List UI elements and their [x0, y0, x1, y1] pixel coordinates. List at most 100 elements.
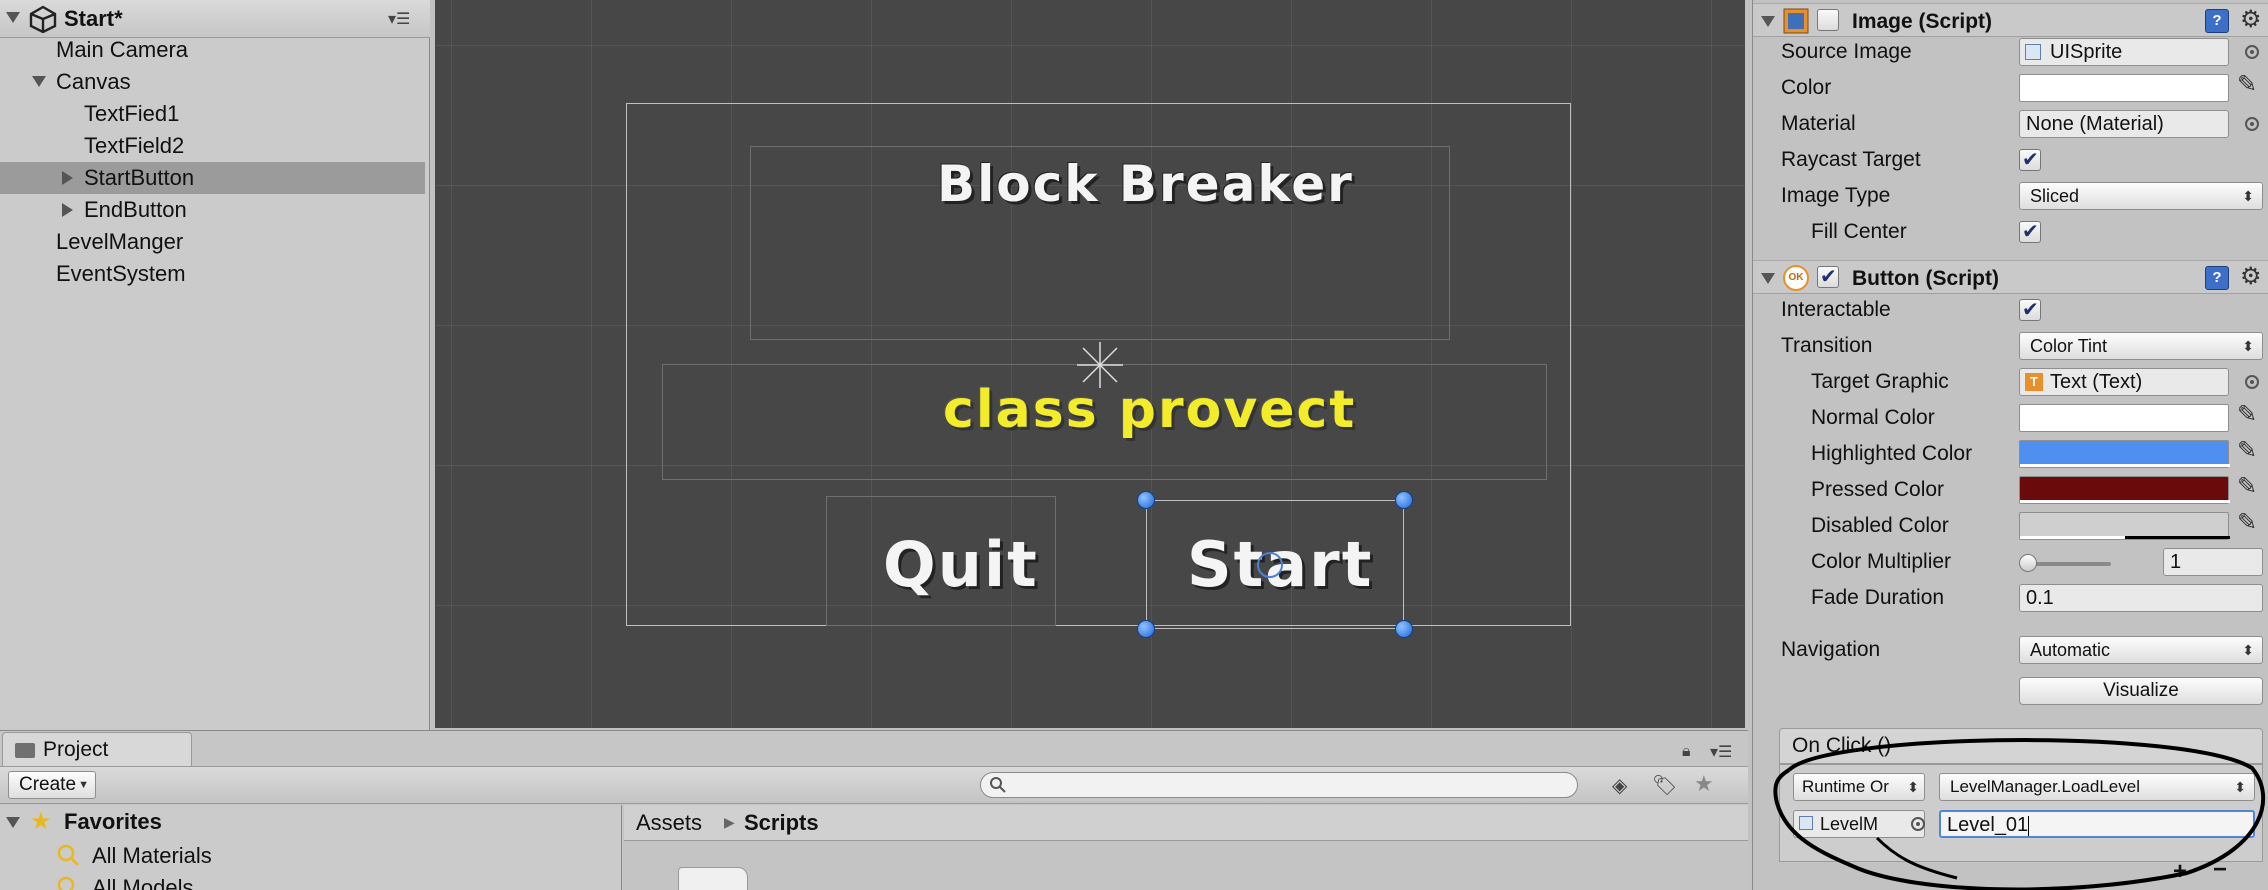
- material-value: None (Material): [2026, 113, 2164, 135]
- image-type-label: Image Type: [1781, 184, 1891, 207]
- image-type-dropdown[interactable]: Sliced ⬍: [2019, 182, 2263, 210]
- hierarchy-item-label: StartButton: [84, 165, 195, 190]
- collapsed-arrow-icon[interactable]: [62, 171, 73, 185]
- folder-icon: [15, 743, 35, 758]
- target-graphic-field[interactable]: T Text (Text): [2019, 368, 2229, 396]
- resize-handle-bottom-right[interactable]: [1395, 620, 1413, 638]
- hierarchy-item-main-camera[interactable]: Main Camera: [0, 34, 425, 66]
- hierarchy-menu-icon[interactable]: ▾☰: [388, 9, 410, 29]
- expanded-arrow-icon[interactable]: [6, 817, 20, 828]
- material-label: Material: [1781, 112, 1856, 135]
- eyedropper-icon[interactable]: ✎: [2237, 70, 2257, 98]
- source-image-field[interactable]: UISprite: [2019, 38, 2229, 66]
- resize-handle-top-right[interactable]: [1395, 491, 1413, 509]
- hierarchy-item-label: Canvas: [56, 69, 131, 94]
- image-component-title: Image (Script): [1852, 10, 1993, 33]
- assets-pane: Assets ▶ Scripts: [624, 805, 1748, 890]
- panel-menu-icon[interactable]: ▾☰: [1710, 742, 1732, 762]
- fade-duration-label: Fade Duration: [1811, 586, 1945, 609]
- hierarchy-item-canvas[interactable]: Canvas: [0, 66, 425, 98]
- fade-duration-field[interactable]: 0.1: [2019, 584, 2263, 612]
- disabled-color-swatch[interactable]: [2019, 512, 2230, 540]
- hierarchy-item-startbutton[interactable]: StartButton: [0, 162, 425, 194]
- visualize-button[interactable]: Visualize: [2019, 677, 2263, 705]
- resize-handle-bottom-left[interactable]: [1137, 620, 1155, 638]
- image-enabled-checkbox[interactable]: [1817, 9, 1839, 31]
- project-panel: Project 🔒︎ ▾☰ Create ▼ ◈ 🏷︎ ★ ★ Favorite…: [0, 730, 1748, 890]
- pressed-color-swatch[interactable]: [2019, 476, 2230, 504]
- sprite-icon: [2025, 44, 2041, 60]
- object-picker-icon[interactable]: [2245, 117, 2259, 131]
- script-file-icon[interactable]: [678, 867, 748, 890]
- favorites-item-all-materials[interactable]: All Materials: [56, 841, 556, 871]
- tab-project[interactable]: Project: [2, 732, 192, 766]
- button-component-title: Button (Script): [1852, 267, 1999, 290]
- object-picker-icon[interactable]: [2245, 45, 2259, 59]
- eyedropper-icon[interactable]: ✎: [2237, 508, 2257, 536]
- search-icon: [57, 844, 79, 866]
- expanded-arrow-icon[interactable]: [32, 76, 46, 87]
- breadcrumb-assets[interactable]: Assets: [636, 810, 702, 836]
- create-dropdown[interactable]: Create ▼: [8, 771, 96, 799]
- highlighted-color-label: Highlighted Color: [1811, 442, 1973, 465]
- gear-icon[interactable]: ⚙: [2240, 262, 2262, 290]
- image-component-header[interactable]: Image (Script) ? ⚙: [1753, 3, 2268, 37]
- interactable-checkbox[interactable]: [2019, 297, 2041, 321]
- favorite-star-icon[interactable]: ★: [1694, 771, 1714, 797]
- lock-icon[interactable]: 🔒︎: [1682, 743, 1691, 761]
- search-input[interactable]: [980, 772, 1578, 798]
- normal-color-swatch[interactable]: [2019, 404, 2229, 432]
- hierarchy-item-label: EndButton: [84, 197, 187, 222]
- hierarchy-item-textfied1[interactable]: TextFied1: [0, 98, 425, 130]
- hierarchy-item-endbutton[interactable]: EndButton: [0, 194, 425, 226]
- raycast-target-checkbox[interactable]: [2019, 147, 2041, 171]
- collapse-icon[interactable]: [1761, 16, 1775, 27]
- help-icon[interactable]: ?: [2205, 266, 2229, 290]
- hierarchy-item-textfield2[interactable]: TextField2: [0, 130, 425, 162]
- material-field[interactable]: None (Material): [2019, 110, 2229, 138]
- breadcrumb: Assets ▶ Scripts: [624, 805, 1748, 841]
- text-component-icon: T: [2025, 373, 2043, 391]
- eyedropper-icon[interactable]: ✎: [2237, 436, 2257, 464]
- navigation-dropdown[interactable]: Automatic ⬍: [2019, 636, 2263, 664]
- hierarchy-item-label: LevelManger: [56, 229, 184, 254]
- button-component-header[interactable]: OK Button (Script) ? ⚙: [1753, 260, 2268, 294]
- search-icon: [57, 876, 75, 890]
- transition-label: Transition: [1781, 334, 1873, 357]
- favorites-item-label: All Models: [92, 875, 194, 890]
- highlighted-color-swatch[interactable]: [2019, 440, 2230, 468]
- color-multiplier-slider-thumb[interactable]: [2019, 554, 2037, 572]
- hierarchy-item-eventsystem[interactable]: EventSystem: [0, 258, 425, 290]
- object-picker-icon[interactable]: [2245, 375, 2259, 389]
- hierarchy-item-levelmanger[interactable]: LevelManger: [0, 226, 425, 258]
- normal-color-label: Normal Color: [1811, 406, 1935, 429]
- inspector-panel: Image (Script) ? ⚙ Source Image UISprite…: [1752, 0, 2268, 890]
- transition-value: Color Tint: [2030, 336, 2108, 356]
- color-swatch[interactable]: [2019, 74, 2229, 102]
- collapsed-arrow-icon[interactable]: [62, 203, 73, 217]
- scene-view[interactable]: Block Breaker class provect Quit Start: [435, 0, 1745, 728]
- dropdown-arrow-icon: ▼: [78, 779, 89, 791]
- favorites-item-all-models[interactable]: All Models: [56, 873, 556, 890]
- gear-icon[interactable]: ⚙: [2240, 5, 2262, 33]
- breadcrumb-scripts[interactable]: Scripts: [744, 810, 819, 836]
- collapse-icon[interactable]: [6, 12, 20, 23]
- target-graphic-label: Target Graphic: [1811, 370, 1949, 393]
- scene-title: Start*: [64, 6, 123, 31]
- filter-by-label-icon[interactable]: 🏷︎: [1652, 773, 1677, 798]
- collapse-icon[interactable]: [1761, 273, 1775, 284]
- eyedropper-icon[interactable]: ✎: [2237, 400, 2257, 428]
- button-enabled-checkbox[interactable]: [1817, 264, 1839, 288]
- filter-by-type-icon[interactable]: ◈: [1612, 773, 1627, 798]
- fill-center-checkbox[interactable]: [2019, 219, 2041, 243]
- resize-handle-top-left[interactable]: [1137, 491, 1155, 509]
- pivot-circle-icon[interactable]: [1253, 548, 1287, 582]
- color-multiplier-label: Color Multiplier: [1811, 550, 1952, 573]
- quit-button-text: Quit: [883, 528, 1039, 601]
- raycast-target-label: Raycast Target: [1781, 148, 1921, 171]
- eyedropper-icon[interactable]: ✎: [2237, 472, 2257, 500]
- transition-dropdown[interactable]: Color Tint ⬍: [2019, 332, 2263, 360]
- dropdown-arrow-icon: ⬍: [2242, 338, 2254, 354]
- color-multiplier-field[interactable]: 1: [2163, 548, 2263, 576]
- help-icon[interactable]: ?: [2205, 9, 2229, 33]
